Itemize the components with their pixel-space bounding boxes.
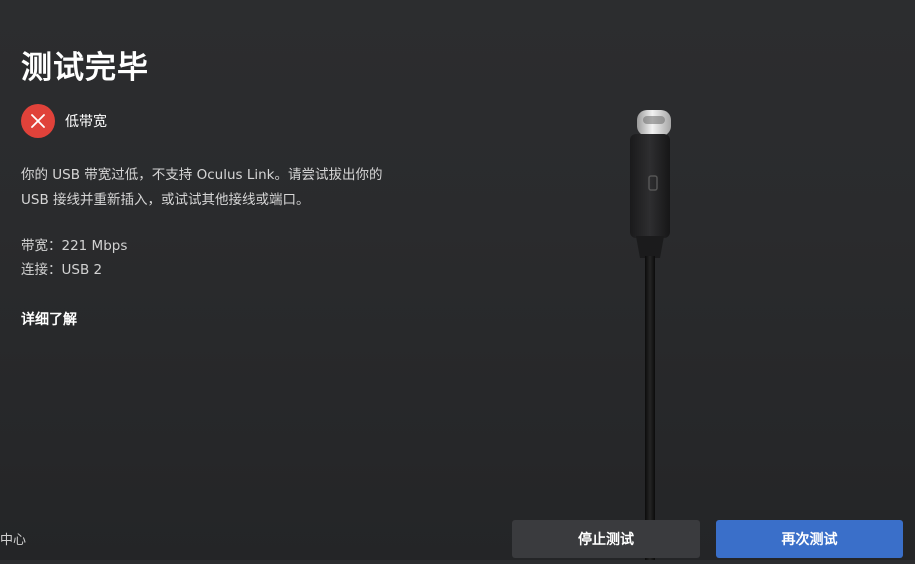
bandwidth-value: 带宽：221 Mbps — [21, 238, 128, 254]
footer-center-link[interactable]: 中心 — [0, 529, 26, 548]
learn-more-link[interactable]: 详细了解 — [21, 309, 77, 329]
status-label: 低带宽 — [65, 114, 107, 130]
connection-stats: 带宽：221 Mbps 连接：USB 2 — [21, 234, 127, 282]
description-line-2: USB 接线并重新插入，或试试其他接线或端口。 — [21, 192, 310, 208]
close-icon — [21, 104, 55, 138]
page-title: 测试完毕 — [21, 50, 149, 86]
description-line-1: 你的 USB 带宽过低，不支持 Oculus Link。请尝试拔出你的 — [21, 167, 383, 183]
usb-c-cable-icon — [600, 100, 710, 564]
status-row: 低带宽 — [21, 104, 107, 138]
connection-value: 连接：USB 2 — [21, 262, 103, 278]
description: 你的 USB 带宽过低，不支持 Oculus Link。请尝试拔出你的 USB … — [21, 163, 421, 213]
stop-test-button[interactable]: 停止测试 — [512, 520, 700, 558]
retest-button[interactable]: 再次测试 — [716, 520, 903, 558]
